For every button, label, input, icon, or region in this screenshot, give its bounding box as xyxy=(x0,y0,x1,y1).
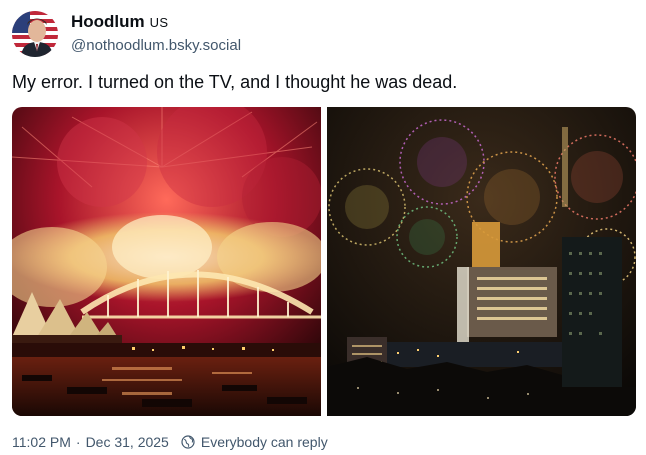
post-date[interactable]: Dec 31, 2025 xyxy=(86,433,169,451)
globe-icon xyxy=(181,435,195,449)
reply-setting[interactable]: Everybody can reply xyxy=(201,433,328,451)
flag-label: US xyxy=(149,15,169,30)
image-harbour-bridge[interactable] xyxy=(12,107,321,416)
author-handle[interactable]: @nothoodlum.bsky.social xyxy=(71,36,241,56)
avatar-image xyxy=(12,11,58,57)
post-text: My error. I turned on the TV, and I thou… xyxy=(12,72,458,92)
avatar[interactable] xyxy=(12,11,58,57)
name-row: Hoodlum US xyxy=(71,12,241,33)
post: Hoodlum US @nothoodlum.bsky.social My er… xyxy=(0,0,646,455)
post-header: Hoodlum US @nothoodlum.bsky.social xyxy=(12,10,241,58)
separator: · xyxy=(75,434,81,450)
post-footer: 11:02 PM · Dec 31, 2025 Everybody can re… xyxy=(12,433,328,451)
author-names: Hoodlum US @nothoodlum.bsky.social xyxy=(71,12,241,56)
image-city-skyline[interactable] xyxy=(327,107,636,416)
display-name[interactable]: Hoodlum xyxy=(71,12,145,32)
image-gallery xyxy=(12,107,636,416)
fireworks-harbour-bridge-photo xyxy=(12,107,321,416)
post-time[interactable]: 11:02 PM xyxy=(12,433,71,451)
fireworks-city-skyline-photo xyxy=(327,107,636,416)
